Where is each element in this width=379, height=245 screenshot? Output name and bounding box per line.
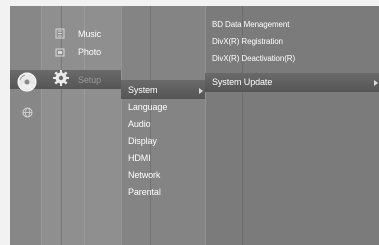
setup-item-system[interactable]: System xyxy=(128,85,158,96)
setup-item-language[interactable]: Language xyxy=(128,102,167,113)
screen-frame: DVD Music Photo Setup System Language Au… xyxy=(0,0,379,245)
globe-icon xyxy=(22,107,33,118)
menu-item-setup-label: Setup xyxy=(78,75,102,85)
setup-item-hdmi[interactable]: HDMI xyxy=(128,153,151,164)
main-menu-column xyxy=(41,6,121,245)
divider xyxy=(205,6,206,245)
system-item-system-update[interactable]: System Update xyxy=(212,77,272,88)
setup-item-audio[interactable]: Audio xyxy=(128,119,151,130)
music-icon xyxy=(55,28,65,39)
setup-item-parental[interactable]: Parental xyxy=(128,187,161,198)
system-item-bd-data-management[interactable]: BD Data Menagement xyxy=(212,19,289,30)
gear-icon xyxy=(53,70,69,86)
divider xyxy=(41,6,42,245)
divider xyxy=(61,6,62,245)
menu-item-music-label: Music xyxy=(78,29,102,39)
photo-icon xyxy=(55,48,65,57)
chevron-right-icon xyxy=(374,80,378,86)
chevron-right-icon xyxy=(199,88,203,94)
menu-item-photo-label: Photo xyxy=(78,47,102,57)
disc-label: DVD xyxy=(22,85,35,91)
divider xyxy=(121,6,122,245)
setup-item-display[interactable]: Display xyxy=(128,136,157,147)
setup-item-network[interactable]: Network xyxy=(128,170,160,181)
divider xyxy=(84,6,85,245)
tv-screen: DVD Music Photo Setup System Language Au… xyxy=(10,6,379,245)
system-item-divx-registration[interactable]: DivX(R) Registration xyxy=(212,36,283,47)
icon-column xyxy=(10,6,41,245)
system-item-divx-deactivation[interactable]: DivX(R) Deactivation(R) xyxy=(212,53,295,64)
